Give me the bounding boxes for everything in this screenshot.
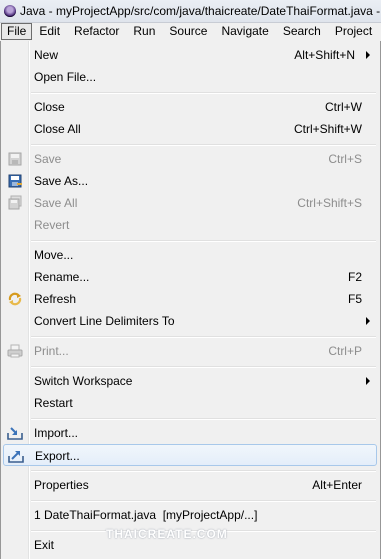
menu-item-refresh[interactable]: Refresh F5 <box>3 288 377 310</box>
menu-item-close[interactable]: Close Ctrl+W <box>3 96 377 118</box>
menu-item-save-as[interactable]: Save As... <box>3 170 377 192</box>
submenu-arrow-icon <box>366 377 370 385</box>
menu-separator <box>31 92 376 94</box>
menu-separator <box>31 470 376 472</box>
menu-item-accelerator: F2 <box>347 270 362 284</box>
menu-item-label: Save All <box>34 196 78 210</box>
menu-item-restart[interactable]: Restart <box>3 392 377 414</box>
menu-item-close-all[interactable]: Close All Ctrl+Shift+W <box>3 118 377 140</box>
menu-navigate[interactable]: Navigate <box>214 23 275 40</box>
menu-item-accelerator: Alt+Shift+N <box>294 48 355 62</box>
import-icon <box>7 427 23 440</box>
file-menu-dropdown: New Alt+Shift+N Open File... Close Ctrl+… <box>0 41 381 559</box>
menu-separator <box>31 366 376 368</box>
menu-item-accelerator: Ctrl+Shift+W <box>293 122 362 136</box>
menu-item-print[interactable]: Print... Ctrl+P <box>3 340 377 362</box>
menu-separator <box>31 336 376 338</box>
menu-item-move[interactable]: Move... <box>3 244 377 266</box>
menu-item-convert-line-delimiters[interactable]: Convert Line Delimiters To <box>3 310 377 332</box>
submenu-arrow-icon <box>366 317 370 325</box>
menu-run[interactable]: Run <box>126 23 162 40</box>
menu-item-label: Save <box>34 152 62 166</box>
menu-item-switch-workspace[interactable]: Switch Workspace <box>3 370 377 392</box>
menu-separator <box>31 500 376 502</box>
menu-separator <box>31 240 376 242</box>
menu-item-accelerator: Ctrl+W <box>325 100 362 114</box>
window-title: Java - myProjectApp/src/com/java/thaicre… <box>20 4 381 18</box>
print-icon <box>7 344 23 358</box>
menu-item-accelerator: Ctrl+Shift+S <box>297 196 362 210</box>
menu-separator <box>31 418 376 420</box>
menu-item-label: Print... <box>34 344 69 358</box>
menu-item-label: Restart <box>34 396 73 410</box>
menu-item-accelerator: Ctrl+S <box>328 152 362 166</box>
menu-file[interactable]: File <box>1 23 33 40</box>
menu-item-save-all[interactable]: Save All Ctrl+Shift+S <box>3 192 377 214</box>
window-titlebar: Java - myProjectApp/src/com/java/thaicre… <box>0 0 381 23</box>
menu-item-new[interactable]: New Alt+Shift+N <box>3 44 377 66</box>
submenu-arrow-icon <box>366 51 370 59</box>
menu-item-label: Close All <box>34 122 81 136</box>
eclipse-app-icon <box>4 5 16 17</box>
menu-refactor[interactable]: Refactor <box>67 23 126 40</box>
menu-item-label: Convert Line Delimiters To <box>34 314 175 328</box>
menu-item-label: Rename... <box>34 270 90 284</box>
menu-item-label: 1 DateThaiFormat.java [myProjectApp/...] <box>34 508 258 522</box>
menu-item-label: Close <box>34 100 65 114</box>
menu-item-rename[interactable]: Rename... F2 <box>3 266 377 288</box>
save-as-icon <box>8 174 22 188</box>
menu-item-label: Exit <box>34 538 55 552</box>
menu-item-save[interactable]: Save Ctrl+S <box>3 148 377 170</box>
save-all-icon <box>8 195 22 210</box>
menu-item-label: Import... <box>34 426 79 440</box>
menu-item-label: Export... <box>35 449 80 463</box>
menu-item-label: Save As... <box>34 174 89 188</box>
menu-item-open-file[interactable]: Open File... <box>3 66 377 88</box>
menu-item-accelerator: F5 <box>347 292 362 306</box>
refresh-icon <box>8 292 22 306</box>
menu-source[interactable]: Source <box>162 23 214 40</box>
save-icon <box>8 152 22 166</box>
menu-item-accelerator: Ctrl+P <box>328 344 362 358</box>
menu-item-label: Revert <box>34 218 70 232</box>
menu-item-label: Open File... <box>34 70 97 84</box>
menu-project[interactable]: Project <box>328 23 379 40</box>
menu-item-label: Refresh <box>34 292 77 306</box>
menu-item-export[interactable]: Export... <box>3 444 377 466</box>
menu-item-revert[interactable]: Revert <box>3 214 377 236</box>
menu-item-import[interactable]: Import... <box>3 422 377 444</box>
menu-search[interactable]: Search <box>276 23 328 40</box>
menu-separator <box>31 144 376 146</box>
menu-item-label: New <box>34 48 59 62</box>
menu-item-properties[interactable]: Properties Alt+Enter <box>3 474 377 496</box>
menu-edit[interactable]: Edit <box>32 23 67 40</box>
menu-item-label: Switch Workspace <box>34 374 133 388</box>
menu-item-recent-file[interactable]: 1 DateThaiFormat.java [myProjectApp/...] <box>3 504 377 526</box>
menu-item-label: Properties <box>34 478 89 492</box>
export-icon <box>8 451 24 463</box>
menubar: File Edit Refactor Run Source Navigate S… <box>0 23 381 41</box>
menu-item-accelerator: Alt+Enter <box>312 478 362 492</box>
menu-item-label: Move... <box>34 248 74 262</box>
watermark: THAICREATE.COM <box>106 527 228 541</box>
